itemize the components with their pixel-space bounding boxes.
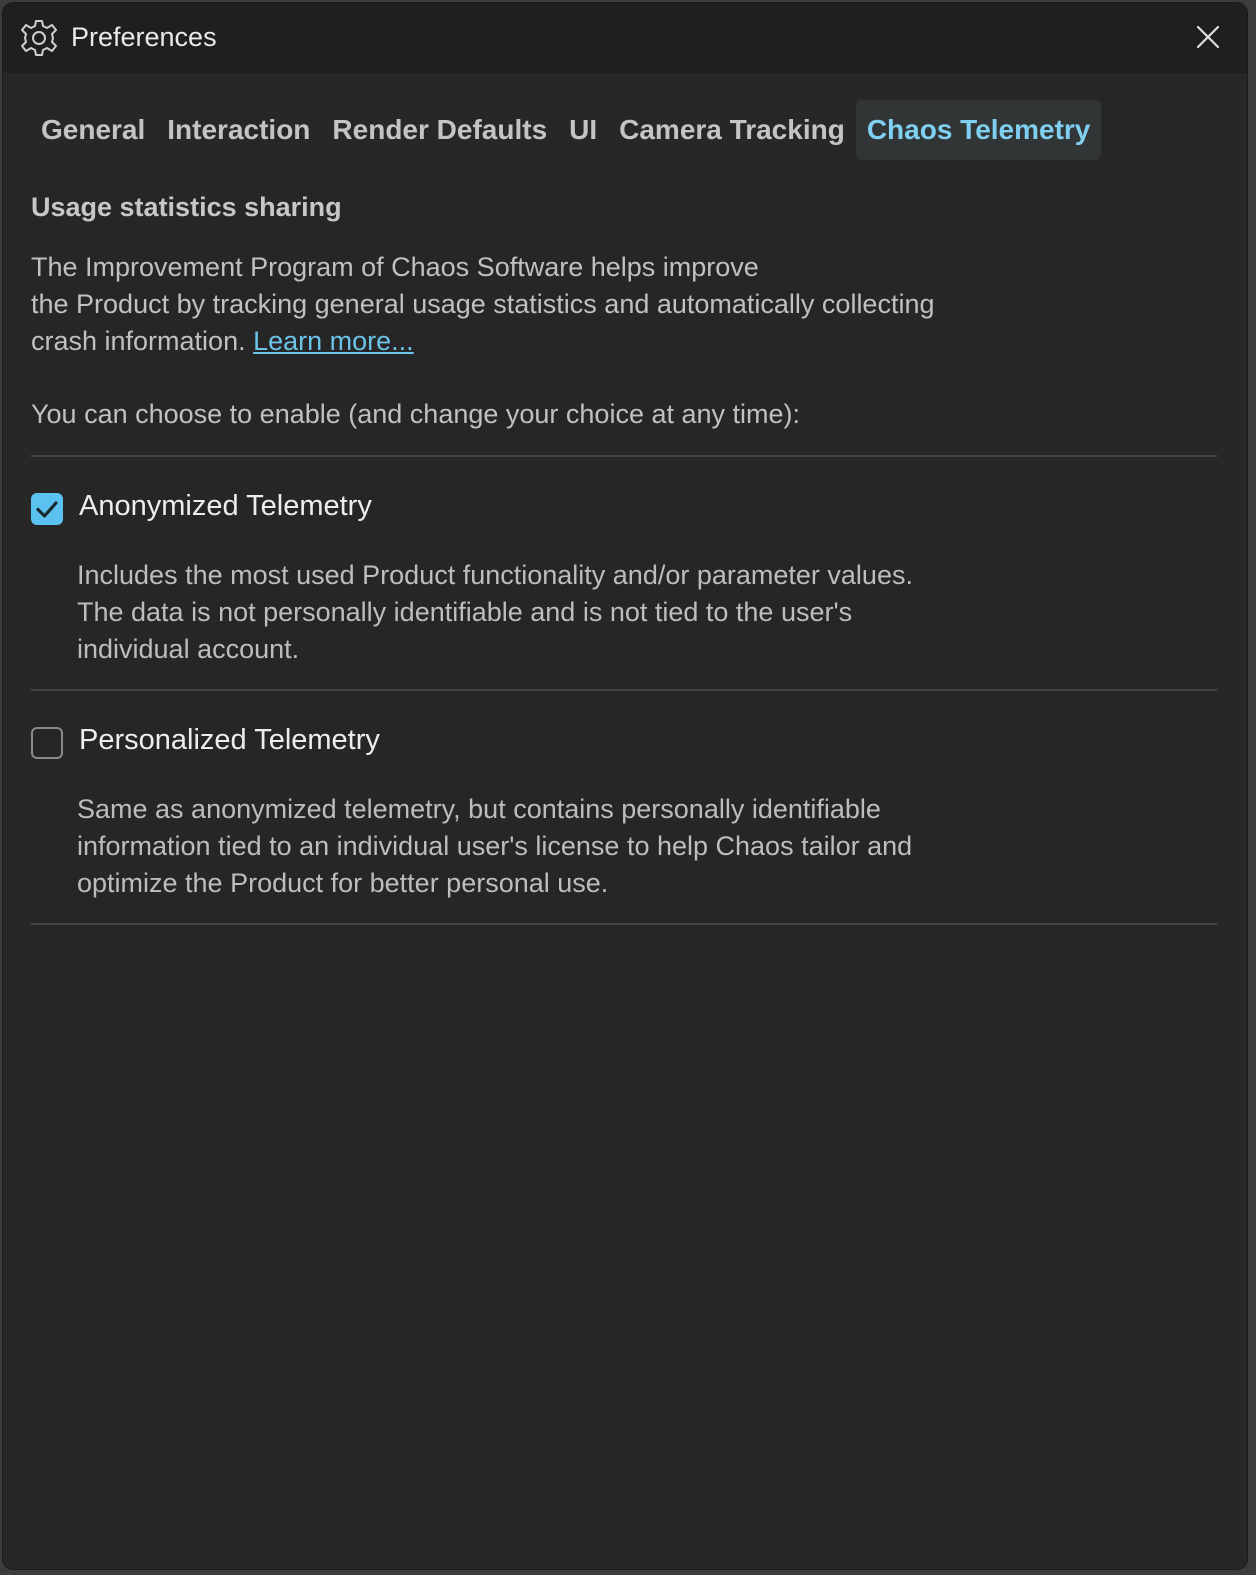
intro-line-text: crash information. [31, 326, 246, 356]
description-line: information tied to an individual user's… [77, 831, 913, 861]
telemetry-panel: Usage statistics sharing The Improvement… [31, 160, 1217, 1540]
choose-text: You can choose to enable (and change you… [31, 399, 801, 429]
tab-general[interactable]: General [30, 100, 156, 160]
tab-render-defaults[interactable]: Render Defaults [321, 100, 558, 160]
personalized-telemetry-label[interactable]: Personalized Telemetry [79, 724, 380, 757]
gear-icon [19, 18, 59, 58]
divider [31, 689, 1217, 691]
personalized-telemetry-checkbox[interactable] [31, 727, 63, 759]
intro-text: The Improvement Program of Chaos Softwar… [31, 249, 1151, 360]
check-icon [36, 501, 58, 518]
personalized-telemetry-description: Same as anonymized telemetry, but contai… [77, 791, 1177, 902]
description-line: Same as anonymized telemetry, but contai… [77, 794, 881, 824]
close-button[interactable] [1189, 18, 1227, 56]
intro-line: The Improvement Program of Chaos Softwar… [31, 252, 759, 282]
anonymized-telemetry-checkbox[interactable] [31, 493, 63, 525]
tab-interaction[interactable]: Interaction [156, 100, 321, 160]
description-line: Includes the most used Product functiona… [77, 560, 913, 590]
title-bar: Preferences [3, 3, 1247, 73]
tab-ui[interactable]: UI [558, 100, 608, 160]
preferences-tabs: General Interaction Render Defaults UI C… [30, 100, 1102, 160]
description-line: The data is not personally identifiable … [77, 597, 853, 627]
description-line: individual account. [77, 634, 300, 664]
intro-line-last: crash information. Learn more... [31, 323, 1151, 360]
preferences-window: Preferences General Interaction Render D… [3, 3, 1247, 1569]
description-line: optimize the Product for better personal… [77, 868, 609, 898]
anonymized-telemetry-description: Includes the most used Product functiona… [77, 557, 1177, 668]
divider [31, 455, 1217, 457]
tab-camera-tracking[interactable]: Camera Tracking [608, 100, 856, 160]
divider [31, 923, 1217, 925]
window-title: Preferences [71, 22, 217, 52]
section-title: Usage statistics sharing [31, 192, 342, 222]
tab-chaos-telemetry[interactable]: Chaos Telemetry [855, 100, 1102, 160]
anonymized-telemetry-label[interactable]: Anonymized Telemetry [79, 490, 372, 523]
intro-line: the Product by tracking general usage st… [31, 289, 935, 319]
close-icon [1196, 25, 1220, 49]
learn-more-link[interactable]: Learn more... [253, 326, 414, 356]
